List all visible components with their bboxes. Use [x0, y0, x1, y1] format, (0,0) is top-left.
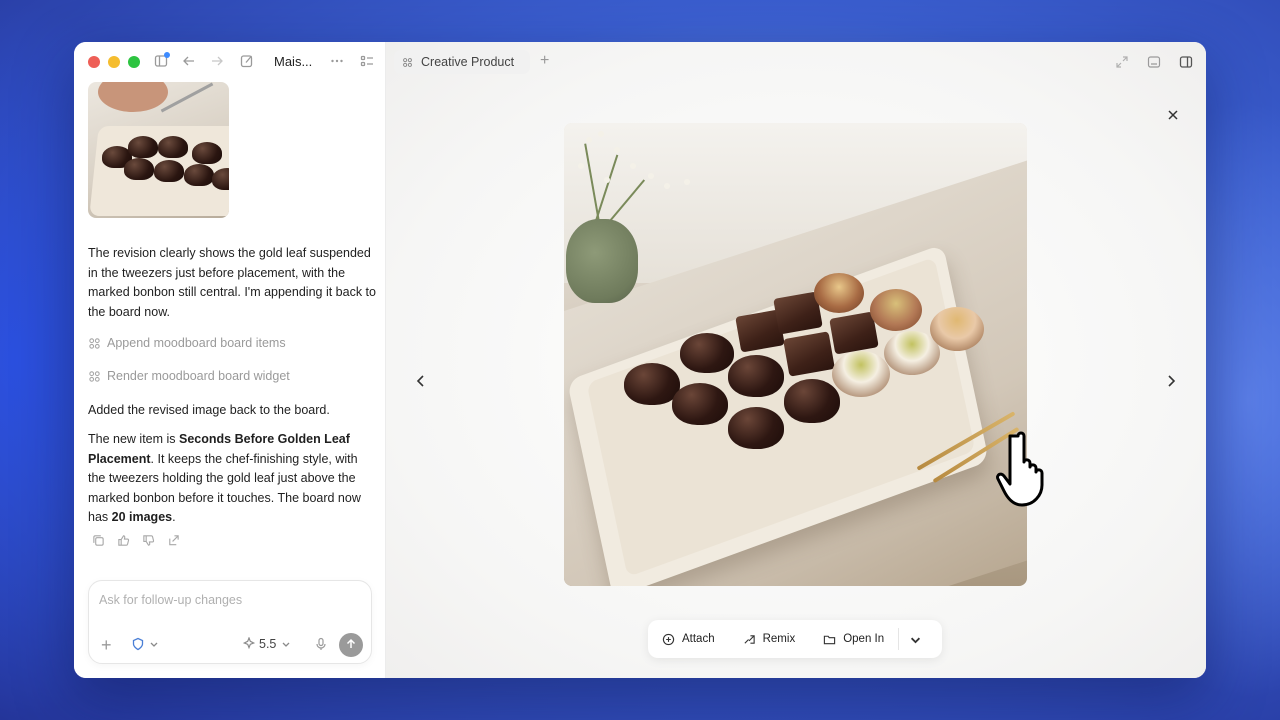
remix-button[interactable]: Remix: [729, 620, 810, 658]
tool-step-label: Append moodboard board items: [107, 336, 286, 350]
dome-bonbon: [728, 407, 784, 449]
next-image-icon[interactable]: [1164, 372, 1178, 393]
tab-label: Creative Product: [421, 55, 515, 69]
remix-label: Remix: [762, 633, 796, 645]
tool-step-append[interactable]: Append moodboard board items: [88, 336, 286, 350]
open-in-button[interactable]: Open In: [809, 620, 898, 658]
chocolate-tray-thumbnail[interactable]: [88, 82, 229, 218]
minimize-window-button[interactable]: [108, 56, 120, 68]
chocolate-tray-image: [564, 123, 1027, 586]
grid-icon: [89, 370, 100, 382]
zoom-window-button[interactable]: [128, 56, 140, 68]
flower-shape: [630, 163, 636, 169]
image-count: 20 images: [111, 510, 173, 524]
notification-dot: [164, 52, 170, 58]
terminal-panel-icon[interactable]: [1146, 54, 1162, 70]
piped-bonbon: [930, 307, 984, 351]
more-options-icon[interactable]: [328, 53, 346, 71]
grid-icon: [89, 337, 100, 349]
back-arrow-icon[interactable]: [180, 53, 198, 71]
close-window-button[interactable]: [88, 56, 100, 68]
app-window: Mais... The revision clearly shows the g…: [74, 42, 1206, 678]
model-chevron-icon[interactable]: [281, 637, 291, 652]
add-attachment-icon[interactable]: +: [101, 635, 112, 656]
flower-shape: [684, 179, 690, 185]
bonbon-shape: [128, 136, 158, 158]
flower-shape: [664, 183, 670, 189]
tab-creative-product[interactable]: Creative Product: [394, 50, 530, 74]
remix-icon: [744, 634, 755, 644]
send-button[interactable]: [339, 633, 363, 657]
composer-input[interactable]: Ask for follow-up changes: [99, 593, 242, 607]
composer[interactable]: Ask for follow-up changes + 5.5: [88, 580, 372, 664]
pointer-hand-cursor-icon: [996, 431, 1044, 507]
new-chat-icon[interactable]: [238, 53, 256, 71]
tool-step-label: Render moodboard board widget: [107, 369, 290, 383]
split-panel-icon[interactable]: [1178, 54, 1194, 70]
close-viewer-icon[interactable]: [1166, 106, 1180, 127]
chat-sidebar: Mais... The revision clearly shows the g…: [74, 42, 386, 678]
open-in-label: Open In: [843, 633, 885, 645]
message-feedback-bar: [92, 534, 180, 547]
share-icon[interactable]: [167, 534, 180, 547]
window-controls-right: [1114, 54, 1194, 70]
flower-shape: [604, 177, 610, 183]
shield-icon[interactable]: [131, 637, 145, 654]
attach-button[interactable]: Attach: [648, 620, 729, 658]
model-icon[interactable]: [242, 636, 256, 652]
arrow-up-icon: [346, 638, 356, 648]
assistant-message-revision: The revision clearly shows the gold leaf…: [88, 246, 376, 319]
image-viewer-panel: Creative Product + Attach Remix Open In: [386, 42, 1206, 678]
tool-step-render[interactable]: Render moodboard board widget: [88, 369, 290, 383]
new-tab-icon[interactable]: +: [540, 52, 549, 70]
vase-shape: [566, 219, 638, 303]
assistant-message-added: Added the revised image back to the boar…: [88, 403, 330, 417]
square-bonbon: [783, 331, 835, 377]
piped-bonbon: [870, 289, 922, 331]
thumbs-down-icon[interactable]: [142, 534, 155, 547]
dome-bonbon: [728, 355, 784, 397]
chat-title[interactable]: Mais...: [274, 54, 312, 69]
microphone-icon[interactable]: [315, 637, 327, 654]
summary-prefix: The new item is: [88, 432, 180, 446]
open-in-dropdown[interactable]: [899, 620, 932, 658]
copy-icon[interactable]: [92, 534, 105, 547]
bonbon-shape: [212, 168, 229, 190]
hand-shape: [98, 82, 168, 112]
dome-bonbon: [784, 379, 840, 423]
folder-icon: [824, 635, 836, 644]
bonbon-shape: [158, 136, 188, 158]
assistant-message-summary: The new item is Seconds Before Golden Le…: [88, 430, 378, 528]
flower-shape: [586, 137, 592, 143]
piped-bonbon: [814, 273, 864, 313]
flower-shape: [578, 163, 584, 169]
attach-label: Attach: [682, 633, 715, 645]
forward-arrow-icon[interactable]: [208, 53, 226, 71]
flower-shape: [598, 131, 604, 137]
bonbon-shape: [184, 164, 214, 186]
image-action-bar: Attach Remix Open In: [648, 620, 942, 658]
previous-image-icon[interactable]: [414, 372, 428, 393]
bonbon-shape: [192, 142, 222, 164]
grid-icon: [403, 57, 412, 67]
piped-bonbon: [832, 351, 890, 397]
flower-shape: [648, 173, 654, 179]
dome-bonbon: [672, 383, 728, 425]
paperclip-plus-icon: [662, 633, 675, 645]
summary-suffix: .: [172, 510, 176, 524]
flower-shape: [614, 147, 620, 153]
bonbon-shape: [124, 158, 154, 180]
task-list-icon[interactable]: [358, 53, 376, 71]
dome-bonbon: [624, 363, 680, 405]
tweezers-shape: [160, 82, 214, 113]
model-selector[interactable]: 5.5: [259, 637, 276, 651]
thumbs-up-icon[interactable]: [117, 534, 130, 547]
sidebar-titlebar: Mais...: [74, 42, 386, 82]
chevron-down-icon[interactable]: [149, 637, 159, 652]
dome-bonbon: [680, 333, 734, 373]
bonbon-shape: [154, 160, 184, 182]
expand-icon[interactable]: [1114, 54, 1130, 70]
chevron-down-icon: [911, 637, 921, 643]
